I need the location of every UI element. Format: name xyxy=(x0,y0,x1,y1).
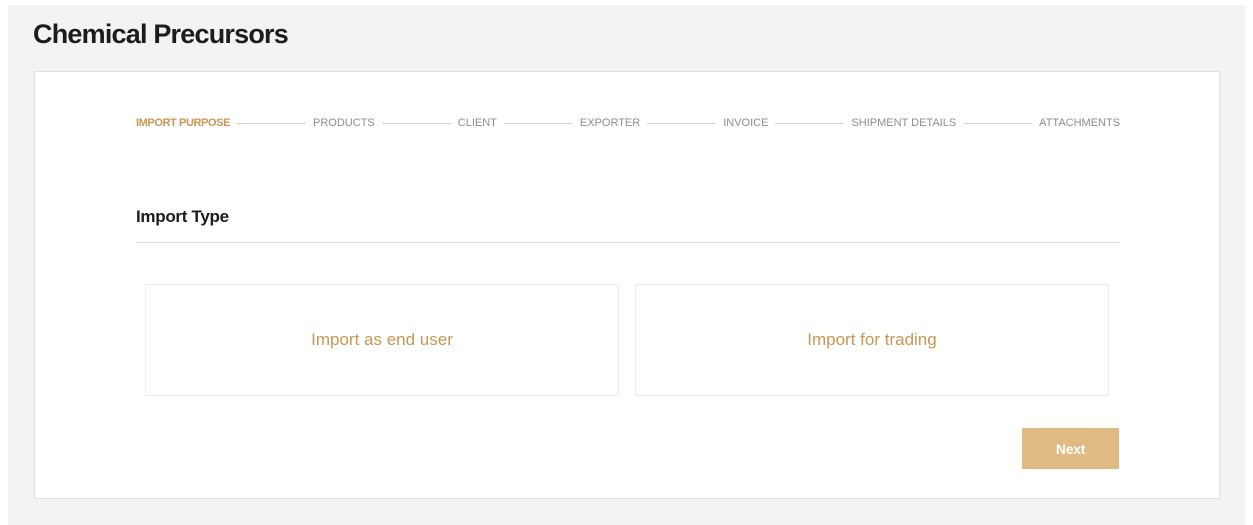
progress-stepper: IMPORT PURPOSE PRODUCTS CLIENT EXPORTER … xyxy=(136,116,1120,130)
step-client[interactable]: CLIENT xyxy=(458,116,497,130)
step-import-purpose[interactable]: IMPORT PURPOSE xyxy=(136,116,230,130)
step-shipment-details[interactable]: SHIPMENT DETAILS xyxy=(851,116,956,130)
section-title: Import Type xyxy=(136,207,229,226)
form-card: IMPORT PURPOSE PRODUCTS CLIENT EXPORTER … xyxy=(34,71,1220,499)
option-label: Import as end user xyxy=(311,330,453,349)
step-connector xyxy=(237,122,307,124)
step-connector xyxy=(647,122,717,124)
next-button[interactable]: Next xyxy=(1022,428,1119,469)
option-label: Import for trading xyxy=(807,330,937,349)
step-connector xyxy=(963,122,1033,124)
option-import-as-end-user[interactable]: Import as end user xyxy=(145,284,619,396)
step-invoice[interactable]: INVOICE xyxy=(723,116,768,130)
step-connector xyxy=(775,122,845,124)
page-title: Chemical Precursors xyxy=(33,19,289,49)
step-connector xyxy=(503,122,573,124)
step-products[interactable]: PRODUCTS xyxy=(313,116,375,130)
step-exporter[interactable]: EXPORTER xyxy=(580,116,640,130)
section-divider xyxy=(136,242,1119,243)
option-import-for-trading[interactable]: Import for trading xyxy=(635,284,1109,396)
step-attachments[interactable]: ATTACHMENTS xyxy=(1039,116,1120,130)
step-connector xyxy=(381,122,451,124)
